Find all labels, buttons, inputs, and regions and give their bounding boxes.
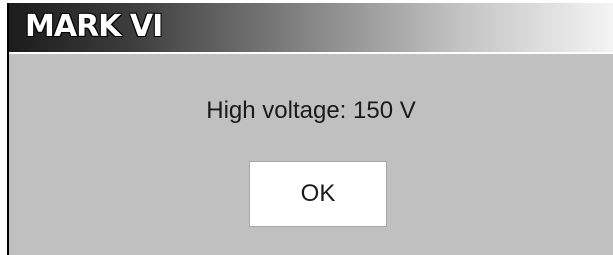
ok-button[interactable]: OK — [249, 161, 387, 227]
message-dialog: MARK VI High voltage: 150 V OK — [7, 3, 613, 255]
dialog-title: MARK VI — [25, 9, 163, 44]
dialog-title-bar: MARK VI — [9, 3, 613, 52]
dialog-message: High voltage: 150 V — [206, 97, 416, 124]
title-separator — [9, 52, 613, 54]
